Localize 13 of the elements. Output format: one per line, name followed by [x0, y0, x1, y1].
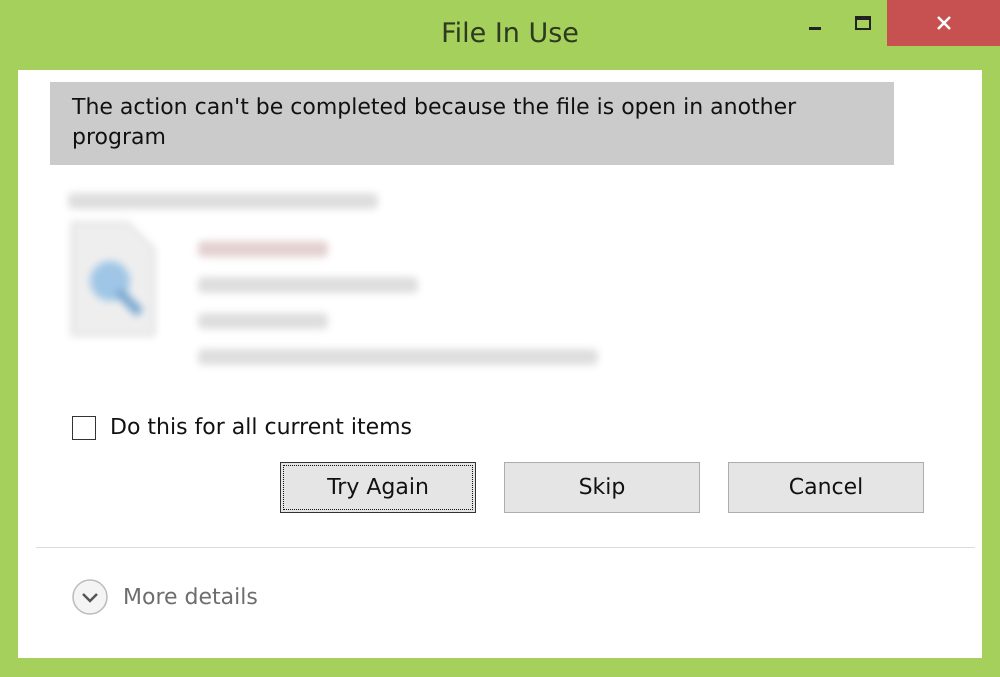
checkbox-label[interactable]: Do this for all current items: [110, 415, 412, 440]
window-title: File In Use: [440, 18, 580, 49]
checkbox[interactable]: [72, 416, 96, 440]
close-icon: [936, 15, 952, 31]
file-icon: [68, 219, 158, 339]
more-details-link[interactable]: More details: [123, 584, 258, 610]
dialog-button[interactable]: Cancel: [728, 462, 924, 513]
dialog-button[interactable]: Skip: [504, 462, 700, 513]
chevron-icon[interactable]: [71, 578, 109, 616]
maximize-icon: [855, 16, 871, 30]
dialog-button[interactable]: Try Again: [280, 462, 476, 513]
minimize-icon: [809, 26, 821, 30]
error-message: The action can't be completed because the file is open in another program: [50, 82, 894, 165]
